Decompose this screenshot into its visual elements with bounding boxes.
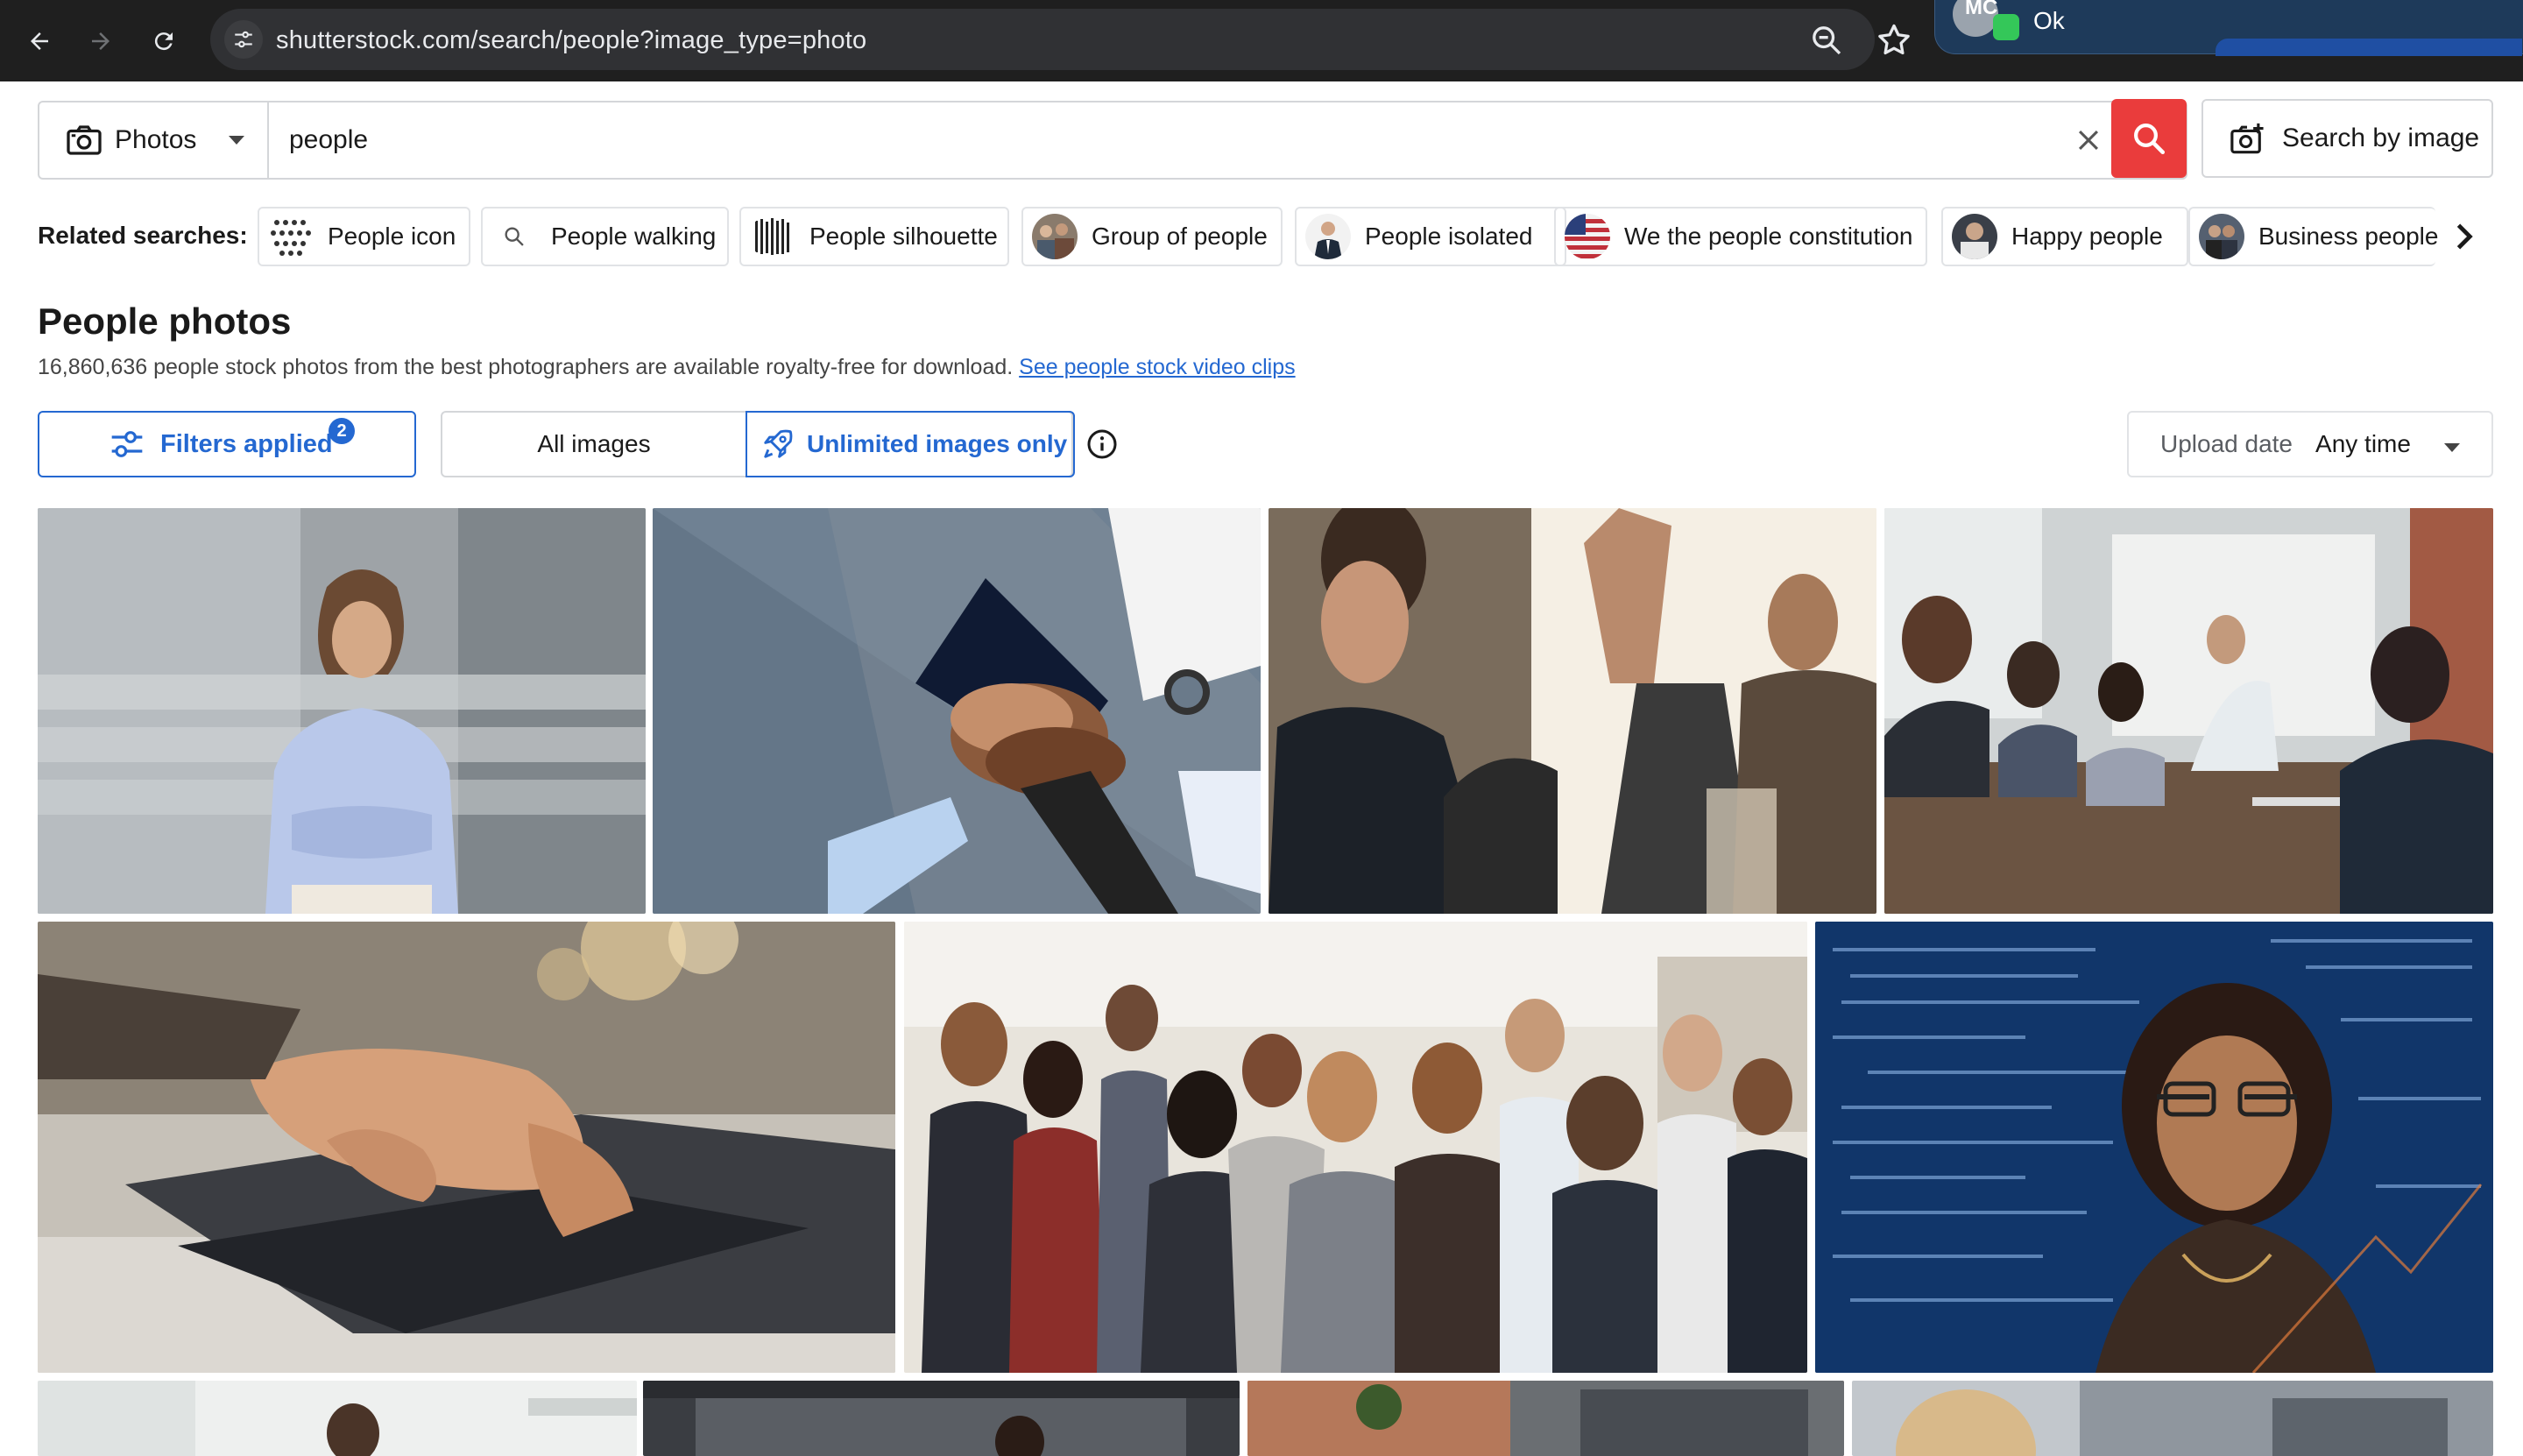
media-type-select[interactable]: Photos [39,102,269,178]
url-text: shutterstock.com/search/people?image_typ… [276,26,867,54]
search-bar: Photos [38,101,2187,180]
unlimited-label: Unlimited images only [807,430,1068,457]
result-image[interactable] [1269,508,1876,914]
message-notification[interactable]: MC Ok [1934,0,2523,56]
result-image[interactable] [38,922,895,1373]
arrow-right-icon [92,32,110,50]
filters-button[interactable]: Filters applied 2 [38,411,416,477]
related-chip[interactable]: People silhouette [739,207,1009,266]
chip-photo [1032,214,1078,259]
chip-label: People isolated [1365,223,1533,250]
chip-photo [1565,214,1610,259]
reload-button[interactable] [142,19,186,63]
info-icon[interactable] [1086,428,1118,460]
result-image[interactable] [38,1381,637,1456]
chip-label: We the people constitution [1624,223,1913,250]
related-chip[interactable]: Happy people [1941,207,2188,266]
image-license-toggle: All images Unlimited images only [441,411,1075,477]
zoom-out-icon[interactable] [1809,23,1844,58]
site-settings-icon[interactable] [224,20,263,59]
all-images-option[interactable]: All images [442,413,746,476]
chip-photo [1952,214,1997,259]
result-count-text: 16,860,636 people stock photos from the … [38,355,1014,379]
related-chip[interactable]: People isolated [1295,207,1566,266]
result-summary: 16,860,636 people stock photos from the … [38,355,1296,380]
result-image[interactable] [1852,1381,2493,1456]
result-image[interactable] [643,1381,1240,1456]
search-by-image-button[interactable]: Search by image [2201,99,2493,178]
sliders-icon [111,431,143,457]
result-image[interactable] [653,508,1261,914]
result-image[interactable] [904,922,1807,1373]
related-searches-label: Related searches: [38,222,248,249]
chevron-right-icon[interactable] [2444,217,2483,256]
back-button[interactable] [18,19,61,63]
silhouette-icon [750,214,795,259]
arrow-left-icon [31,32,48,50]
related-chip[interactable]: People walking [481,207,729,266]
messages-icon [1993,14,2019,40]
result-image[interactable] [1884,508,2493,914]
chip-label: Business people [2258,223,2439,250]
forward-button[interactable] [79,19,123,63]
chevron-down-icon [2444,443,2460,452]
upload-date-select[interactable]: Upload date Any time [2127,411,2493,477]
filter-count-badge: 2 [329,418,355,444]
video-clips-link[interactable]: See people stock video clips [1019,355,1295,379]
upload-date-label: Upload date [2160,430,2293,457]
chip-label: Happy people [2011,223,2163,250]
reload-icon [154,32,173,51]
profile-button[interactable] [2216,39,2522,56]
chip-label: Group of people [1092,223,1268,250]
chip-photo [2199,214,2244,259]
related-chip[interactable]: We the people constitution [1554,207,1927,266]
result-image[interactable] [1815,922,2493,1373]
chevron-down-icon [229,136,244,145]
search-by-image-label: Search by image [2282,124,2480,152]
search-icon [491,214,537,259]
search-icon [2134,124,2166,155]
notification-text: Ok [2033,7,2065,34]
page-title: People photos [38,300,292,342]
search-button[interactable] [2111,99,2187,178]
address-bar[interactable]: shutterstock.com/search/people?image_typ… [210,9,1875,70]
upload-date-value: Any time [2315,430,2411,457]
camera-icon [67,125,102,155]
filters-label: Filters applied [160,429,333,458]
people-grid-icon [268,214,314,259]
chip-label: People walking [551,223,717,250]
unlimited-images-option[interactable]: Unlimited images only [746,411,1075,477]
chip-label: People icon [328,223,456,250]
clear-icon[interactable] [2074,125,2103,155]
result-image[interactable] [38,508,646,914]
related-chip[interactable]: Group of people [1021,207,1283,266]
page-content: Photos Search by image Related searches:… [0,81,2523,1456]
related-chip[interactable]: Business people [2188,207,2439,266]
rocket-icon [764,429,793,458]
related-chip[interactable]: People icon [258,207,470,266]
result-image[interactable] [1247,1381,1844,1456]
bookmark-star-icon[interactable] [1875,21,1913,60]
search-input[interactable] [289,118,2085,162]
camera-plus-icon [2230,123,2264,154]
chip-label: People silhouette [809,223,998,250]
chip-photo [1305,214,1351,259]
media-type-label: Photos [115,125,197,154]
browser-toolbar: shutterstock.com/search/people?image_typ… [0,0,2523,81]
